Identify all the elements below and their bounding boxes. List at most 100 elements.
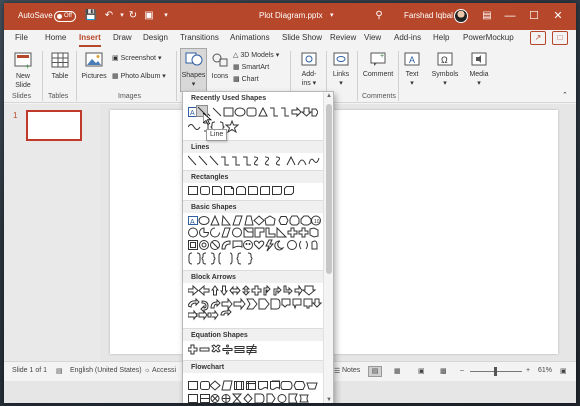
section-header: Equation Shapes [183,328,323,341]
scroll-up-icon[interactable]: ▲ [324,93,333,99]
zoom-slider-handle[interactable] [494,367,497,376]
icons-button[interactable]: Icons [209,50,231,81]
slide-sorter-icon[interactable]: ▦ [394,367,401,375]
slide-thumbnail[interactable] [26,110,82,141]
section-header: Lines [183,140,323,153]
tab-design[interactable]: Design [143,32,168,44]
title-chevron-icon[interactable]: ▾ [330,10,334,22]
chart-button[interactable]: ▩ Chart [233,75,259,85]
block-arrows-grid[interactable] [188,285,322,327]
close-button[interactable]: ✕ [540,3,576,30]
tab-slide-show[interactable]: Slide Show [282,32,322,44]
powerpoint-window: AutoSave Off 💾 ↶ ▾ ↻ ▣ ▾ Plot Diagram.pp… [4,3,576,403]
tab-add-ins[interactable]: Add-ins [394,32,421,44]
photo-album-icon: ▦ [112,73,119,80]
add-ins-label: Add- [301,71,317,78]
add-ins-button[interactable]: Add- ins ▾ [296,50,322,88]
scrollbar-thumb[interactable] [326,104,332,274]
comment-button[interactable]: + Comment [360,50,396,79]
accessibility-icon[interactable]: ☼ [144,367,150,374]
slide-canvas[interactable] [110,110,558,354]
accessibility-label[interactable]: Accessi [152,367,176,374]
basic-shapes-grid[interactable]: A 10 [188,215,322,267]
shape-tooltip: Line [206,129,228,141]
tab-animations[interactable]: Animations [230,32,270,44]
search-icon[interactable]: ⚲ [372,9,386,23]
slideshow-icon[interactable]: ▩ [440,367,447,375]
autosave-state: Off [64,13,72,19]
redo-icon[interactable]: ↻ [126,9,140,23]
save-icon[interactable]: 💾 [84,9,98,23]
slide-number: 1 [13,111,18,120]
spelling-icon[interactable]: ▤ [56,367,63,375]
document-title: Plot Diagram.pptx [259,11,323,20]
collapse-ribbon-icon[interactable]: ⌃ [562,91,568,101]
lines-row[interactable] [188,155,322,167]
svg-text:+: + [25,62,30,70]
photo-album-button[interactable]: ▦ Photo Album ▾ [112,72,166,82]
section-rectangles: Rectangles [183,170,323,200]
table-button[interactable]: Table [46,50,74,81]
shapes-button[interactable]: Shapes ▾ [180,48,207,92]
section-header: Recently Used Shapes [183,92,323,105]
section-lines: Lines [183,140,323,170]
symbols-button[interactable]: Ω Symbols ▾ [429,50,461,88]
tab-powermockup[interactable]: PowerMockup [463,32,514,44]
equation-shapes-row[interactable] [188,344,268,356]
add-ins-label-2: ins [301,80,311,87]
gallery-scrollbar[interactable]: ▲ ▼ [323,92,333,403]
group-divider [398,51,399,101]
avatar[interactable] [454,9,468,23]
section-header: Basic Shapes [183,200,323,213]
pictures-button[interactable]: Pictures [79,50,109,81]
present-icon[interactable]: ▣ [142,9,156,23]
tab-file[interactable]: File [15,32,28,44]
media-button[interactable]: Media ▾ [465,50,493,88]
comments-icon[interactable]: □ [552,31,568,45]
section-block-arrows: Block Arrows [183,270,323,328]
fit-slide-icon[interactable]: ▣ [560,367,567,375]
shapes-gallery: Recently Used Shapes A Lines Rectangles … [182,91,334,403]
share-icon[interactable]: ↗ [530,31,546,45]
tab-review[interactable]: Review [330,32,356,44]
language[interactable]: English (United States) [70,367,142,374]
section-flowchart: Flowchart [183,360,323,403]
3d-models-button[interactable]: △ 3D Models ▾ [233,51,279,61]
customize-quick-access-icon[interactable]: ▾ [159,9,173,23]
tab-help[interactable]: Help [433,32,449,44]
section-equation-shapes: Equation Shapes [183,328,323,360]
new-slide-button[interactable]: + New Slide [8,50,38,90]
text-button[interactable]: A Text ▾ [402,50,422,88]
slide-count: Slide 1 of 1 [12,367,48,374]
speaker-icon [471,52,487,66]
notes-icon[interactable]: ☰ [334,367,340,375]
zoom-level[interactable]: 61% [538,367,552,374]
rectangles-row[interactable] [188,185,308,197]
text-label: Text [405,71,419,78]
group-divider [42,51,43,101]
undo-icon[interactable]: ↶ [102,9,116,23]
flowchart-grid[interactable] [188,380,322,403]
autosave-toggle[interactable]: Off [54,11,76,22]
scroll-down-icon[interactable]: ▼ [324,397,333,403]
smartart-icon: ▦ [233,64,240,71]
zoom-in-icon[interactable]: + [526,367,530,374]
mouse-cursor-icon [203,113,212,125]
links-label: Links [332,71,350,78]
tab-view[interactable]: View [364,32,381,44]
zoom-out-icon[interactable]: – [460,367,464,374]
screenshot-button[interactable]: ▣ Screenshot ▾ [112,54,161,64]
smartart-button[interactable]: ▦ SmartArt [233,63,269,73]
section-header: Flowchart [183,360,323,373]
reading-view-icon[interactable]: ▣ [418,367,425,375]
normal-view-icon[interactable]: ▤ [368,366,382,377]
cube-icon: △ [233,52,239,59]
notes-label[interactable]: Notes [342,367,360,374]
tab-insert[interactable]: Insert [79,32,101,47]
tab-draw[interactable]: Draw [113,32,132,44]
tab-home[interactable]: Home [45,32,66,44]
links-button[interactable]: Links ▾ [329,50,353,88]
add-ins-icon [301,52,317,66]
table-label: Table [51,73,69,80]
tab-transitions[interactable]: Transitions [180,32,219,44]
